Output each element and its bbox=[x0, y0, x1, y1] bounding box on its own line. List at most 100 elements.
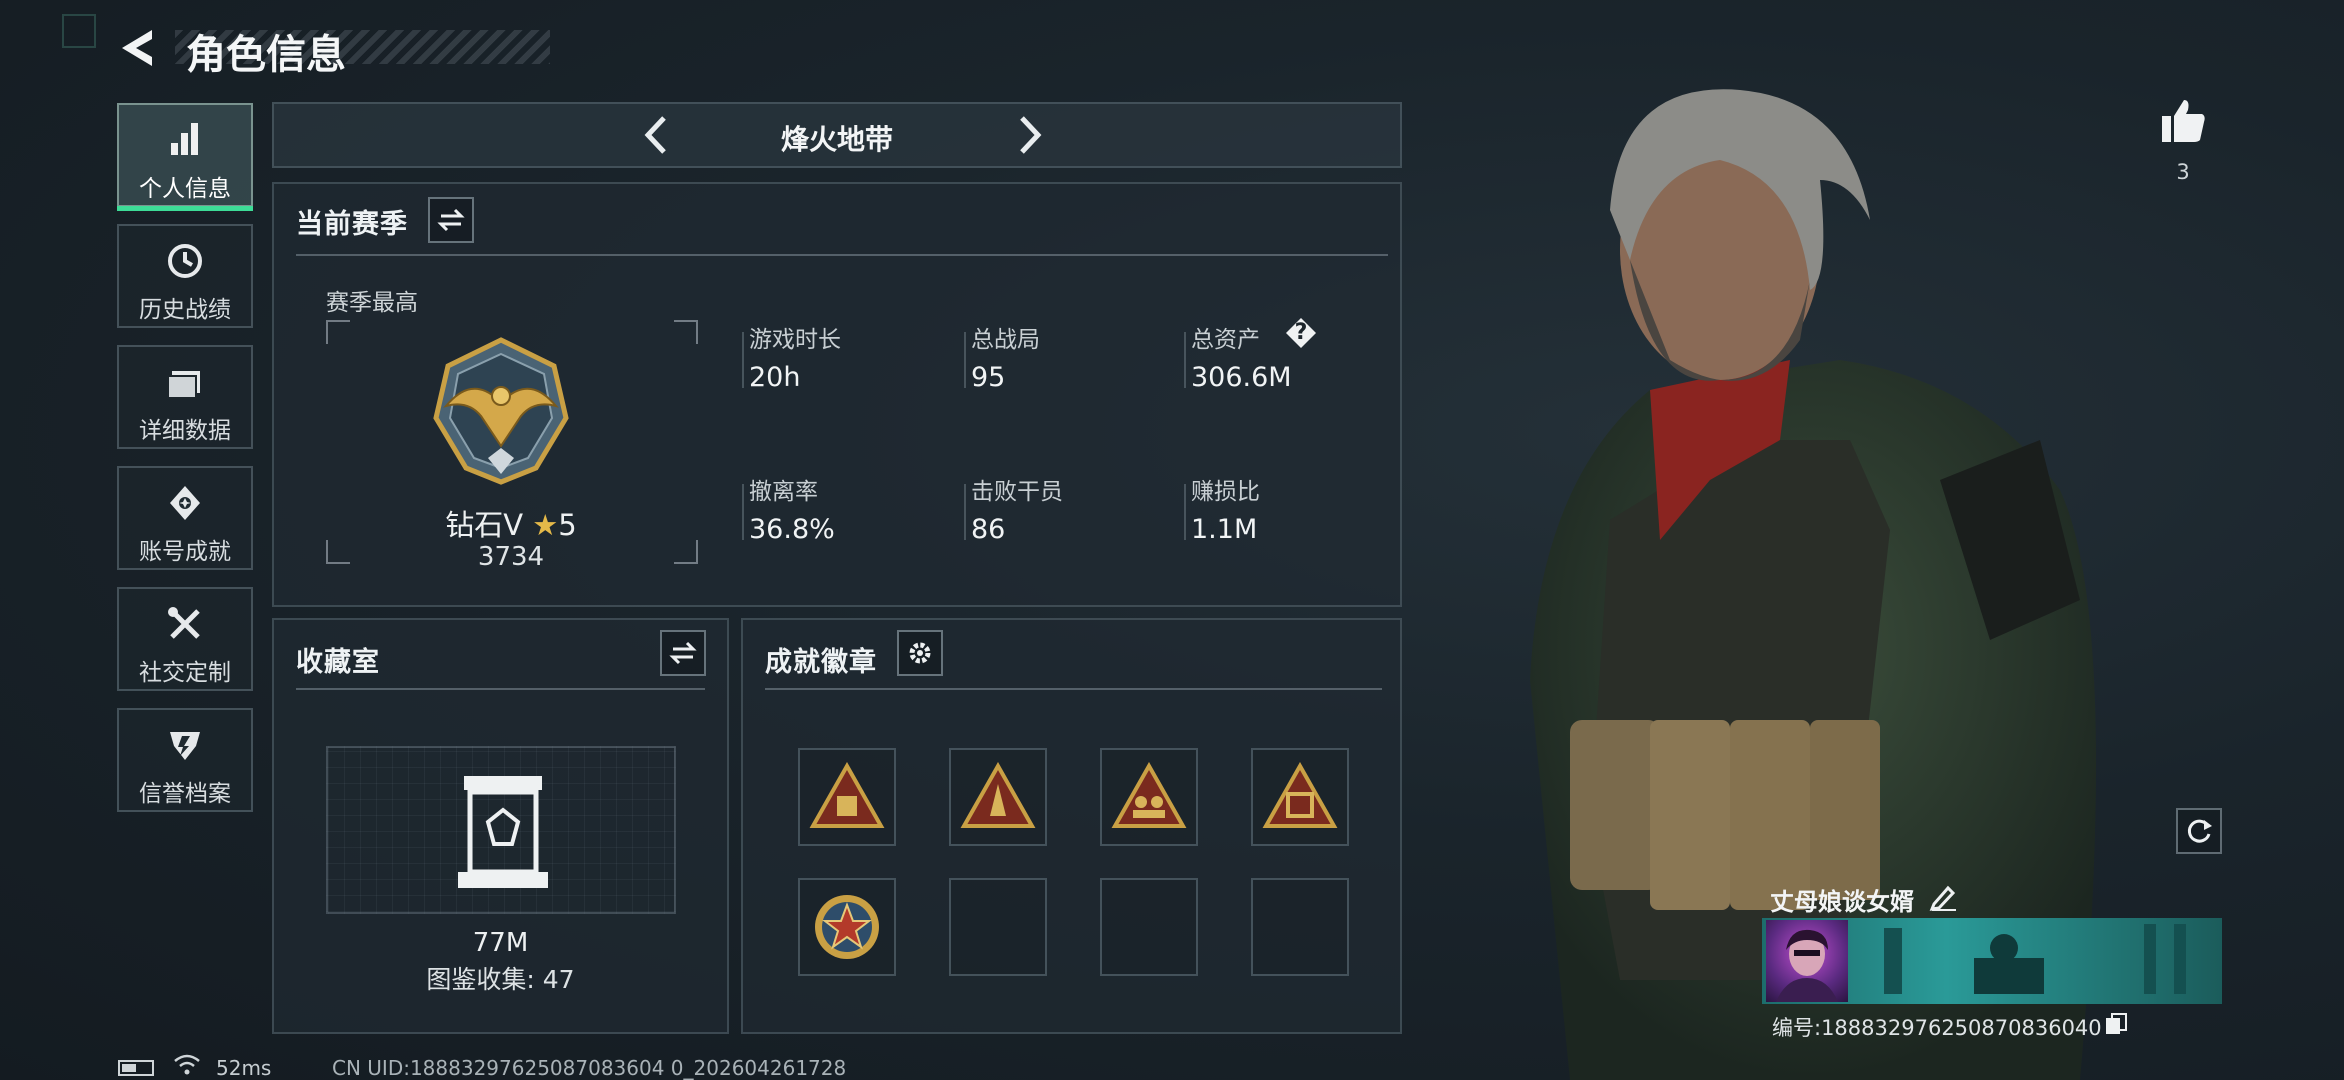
thumbs-up-icon bbox=[2162, 100, 2205, 142]
edit-nickname-button[interactable] bbox=[1928, 882, 1958, 912]
stat-label-operators-defeated: 击败干员 bbox=[971, 479, 1063, 505]
sidebar-item-label: 历史战绩 bbox=[139, 297, 231, 323]
mode-selector: 烽火地带 bbox=[272, 102, 1402, 168]
stat-value-extraction-rate: 36.8% bbox=[749, 514, 835, 545]
corner-marker-icon bbox=[62, 14, 96, 48]
stat-value-profit-ratio: 1.1M bbox=[1191, 514, 1258, 545]
pencil-icon bbox=[1929, 885, 1956, 911]
stat-separator bbox=[964, 484, 966, 540]
achievement-badge[interactable] bbox=[798, 878, 896, 976]
rank-star-icon: ★ bbox=[532, 508, 559, 542]
stat-separator bbox=[1184, 484, 1186, 540]
achievement-badge[interactable] bbox=[1251, 748, 1349, 846]
rank-stars: 5 bbox=[558, 508, 577, 542]
page-title: 角色信息 bbox=[186, 32, 346, 78]
season-title: 当前赛季 bbox=[296, 209, 408, 240]
sidebar-item-label: 信誉档案 bbox=[139, 781, 231, 807]
back-button[interactable] bbox=[116, 26, 160, 70]
stat-label-profit-ratio: 赚损比 bbox=[1191, 479, 1260, 505]
back-arrow-icon bbox=[122, 30, 152, 66]
folder-data-icon bbox=[167, 371, 200, 399]
rank-points: 3734 bbox=[477, 542, 545, 572]
like-count: 3 bbox=[2176, 160, 2190, 184]
stat-separator bbox=[742, 332, 744, 388]
sidebar-item-history[interactable]: 历史战绩 bbox=[117, 224, 253, 328]
diamond-rank-emblem-icon bbox=[433, 337, 569, 485]
copy-icon bbox=[2106, 1013, 2127, 1034]
like-button[interactable] bbox=[2158, 96, 2208, 146]
profile-id: 编号:188832976250870836040 bbox=[1772, 1012, 2102, 1042]
profile-banner[interactable] bbox=[1762, 918, 2222, 1004]
rotate-character-button[interactable] bbox=[2176, 808, 2222, 854]
collection-panel[interactable]: 收藏室 77M 图鉴收集: 47 bbox=[272, 618, 729, 1034]
rank-name: 钻石V bbox=[445, 508, 524, 542]
profile-id-text: 编号:18883297625087083604 bbox=[1772, 1016, 2089, 1040]
sidebar-item-reputation[interactable]: 信誉档案 bbox=[117, 708, 253, 812]
banner-scene-icon bbox=[1884, 924, 2186, 994]
stat-value-operators-defeated: 86 bbox=[971, 514, 1006, 545]
swap-icon bbox=[669, 641, 697, 665]
copy-id-button[interactable] bbox=[2104, 1012, 2128, 1036]
mode-title: 烽火地带 bbox=[780, 123, 893, 156]
current-season-panel: 当前赛季 赛季最高 钻石V ★5 3734 游戏时长 20h 总战局 95 总资… bbox=[272, 182, 1402, 607]
triangle-badge-squad-icon bbox=[1111, 762, 1187, 828]
collection-title: 收藏室 bbox=[296, 647, 380, 678]
stat-value-playtime: 20h bbox=[749, 362, 801, 393]
stat-separator bbox=[742, 484, 744, 540]
chevron-right-icon bbox=[1020, 116, 1042, 154]
collection-switch-button[interactable] bbox=[660, 630, 706, 676]
clock-history-icon bbox=[168, 244, 202, 278]
rank-line: 钻石V ★5 bbox=[326, 502, 696, 544]
achievement-badge[interactable] bbox=[1100, 748, 1198, 846]
sidebar-item-label: 个人信息 bbox=[139, 176, 231, 202]
next-mode-button[interactable] bbox=[1006, 112, 1052, 158]
avatar[interactable] bbox=[1766, 920, 1848, 1002]
gear-icon bbox=[909, 642, 931, 664]
stat-label-extraction-rate: 撤离率 bbox=[749, 479, 818, 505]
frame-corner bbox=[326, 320, 350, 344]
refresh-icon bbox=[2187, 819, 2212, 843]
stat-label-playtime: 游戏时长 bbox=[749, 327, 841, 353]
sidebar-item-personal-info[interactable]: 个人信息 bbox=[117, 103, 253, 211]
medal-achievement-icon bbox=[170, 486, 200, 520]
achievements-title: 成就徽章 bbox=[765, 647, 877, 678]
collection-value: 77M bbox=[472, 928, 529, 958]
sidebar-item-label: 社交定制 bbox=[139, 660, 231, 686]
achievements-settings-button[interactable] bbox=[897, 630, 943, 676]
peak-label: 赛季最高 bbox=[326, 290, 418, 316]
assets-help-button[interactable]: ? bbox=[1286, 318, 1316, 348]
profile-id-suffix: 0 bbox=[2088, 1016, 2102, 1040]
collection-preview bbox=[326, 746, 676, 914]
achievement-badge-empty[interactable] bbox=[1251, 878, 1349, 976]
triangle-badge-box-icon bbox=[1262, 762, 1338, 828]
avatar-portrait-icon bbox=[1776, 929, 1838, 1002]
triangle-badge-rocket-icon bbox=[960, 762, 1036, 828]
achievement-badge-empty[interactable] bbox=[949, 878, 1047, 976]
battery-icon bbox=[118, 1060, 154, 1076]
stat-value-total-assets: 306.6M bbox=[1191, 362, 1292, 393]
stat-separator bbox=[964, 332, 966, 388]
swap-icon bbox=[437, 208, 465, 232]
achievement-badge[interactable] bbox=[798, 748, 896, 846]
sidebar-item-achievements[interactable]: 账号成就 bbox=[117, 466, 253, 570]
profile-nickname: 丈母娘谈女婿 bbox=[1770, 888, 1914, 916]
stat-label-total-matches: 总战局 bbox=[971, 327, 1040, 353]
achievement-badge[interactable] bbox=[949, 748, 1047, 846]
round-star-badge-icon bbox=[815, 895, 879, 959]
stat-value-total-matches: 95 bbox=[971, 362, 1006, 393]
frame-corner bbox=[674, 320, 698, 344]
achievements-panel: 成就徽章 bbox=[741, 618, 1402, 1034]
catalog-count: 图鉴收集: 47 bbox=[426, 965, 575, 994]
triangle-badge-crate-icon bbox=[809, 762, 885, 828]
divider bbox=[296, 254, 1388, 256]
sidebar-item-label: 详细数据 bbox=[139, 418, 231, 444]
uid-text: CN UID:18883297625087083604 0_2026042617… bbox=[332, 1056, 847, 1080]
divider bbox=[765, 688, 1382, 690]
achievement-badge-empty[interactable] bbox=[1100, 878, 1198, 976]
season-switch-button[interactable] bbox=[428, 197, 474, 243]
tools-icon bbox=[168, 607, 200, 639]
sidebar-item-social[interactable]: 社交定制 bbox=[117, 587, 253, 691]
stat-separator bbox=[1184, 332, 1186, 388]
sidebar-item-detailed-data[interactable]: 详细数据 bbox=[117, 345, 253, 449]
divider bbox=[296, 688, 705, 690]
